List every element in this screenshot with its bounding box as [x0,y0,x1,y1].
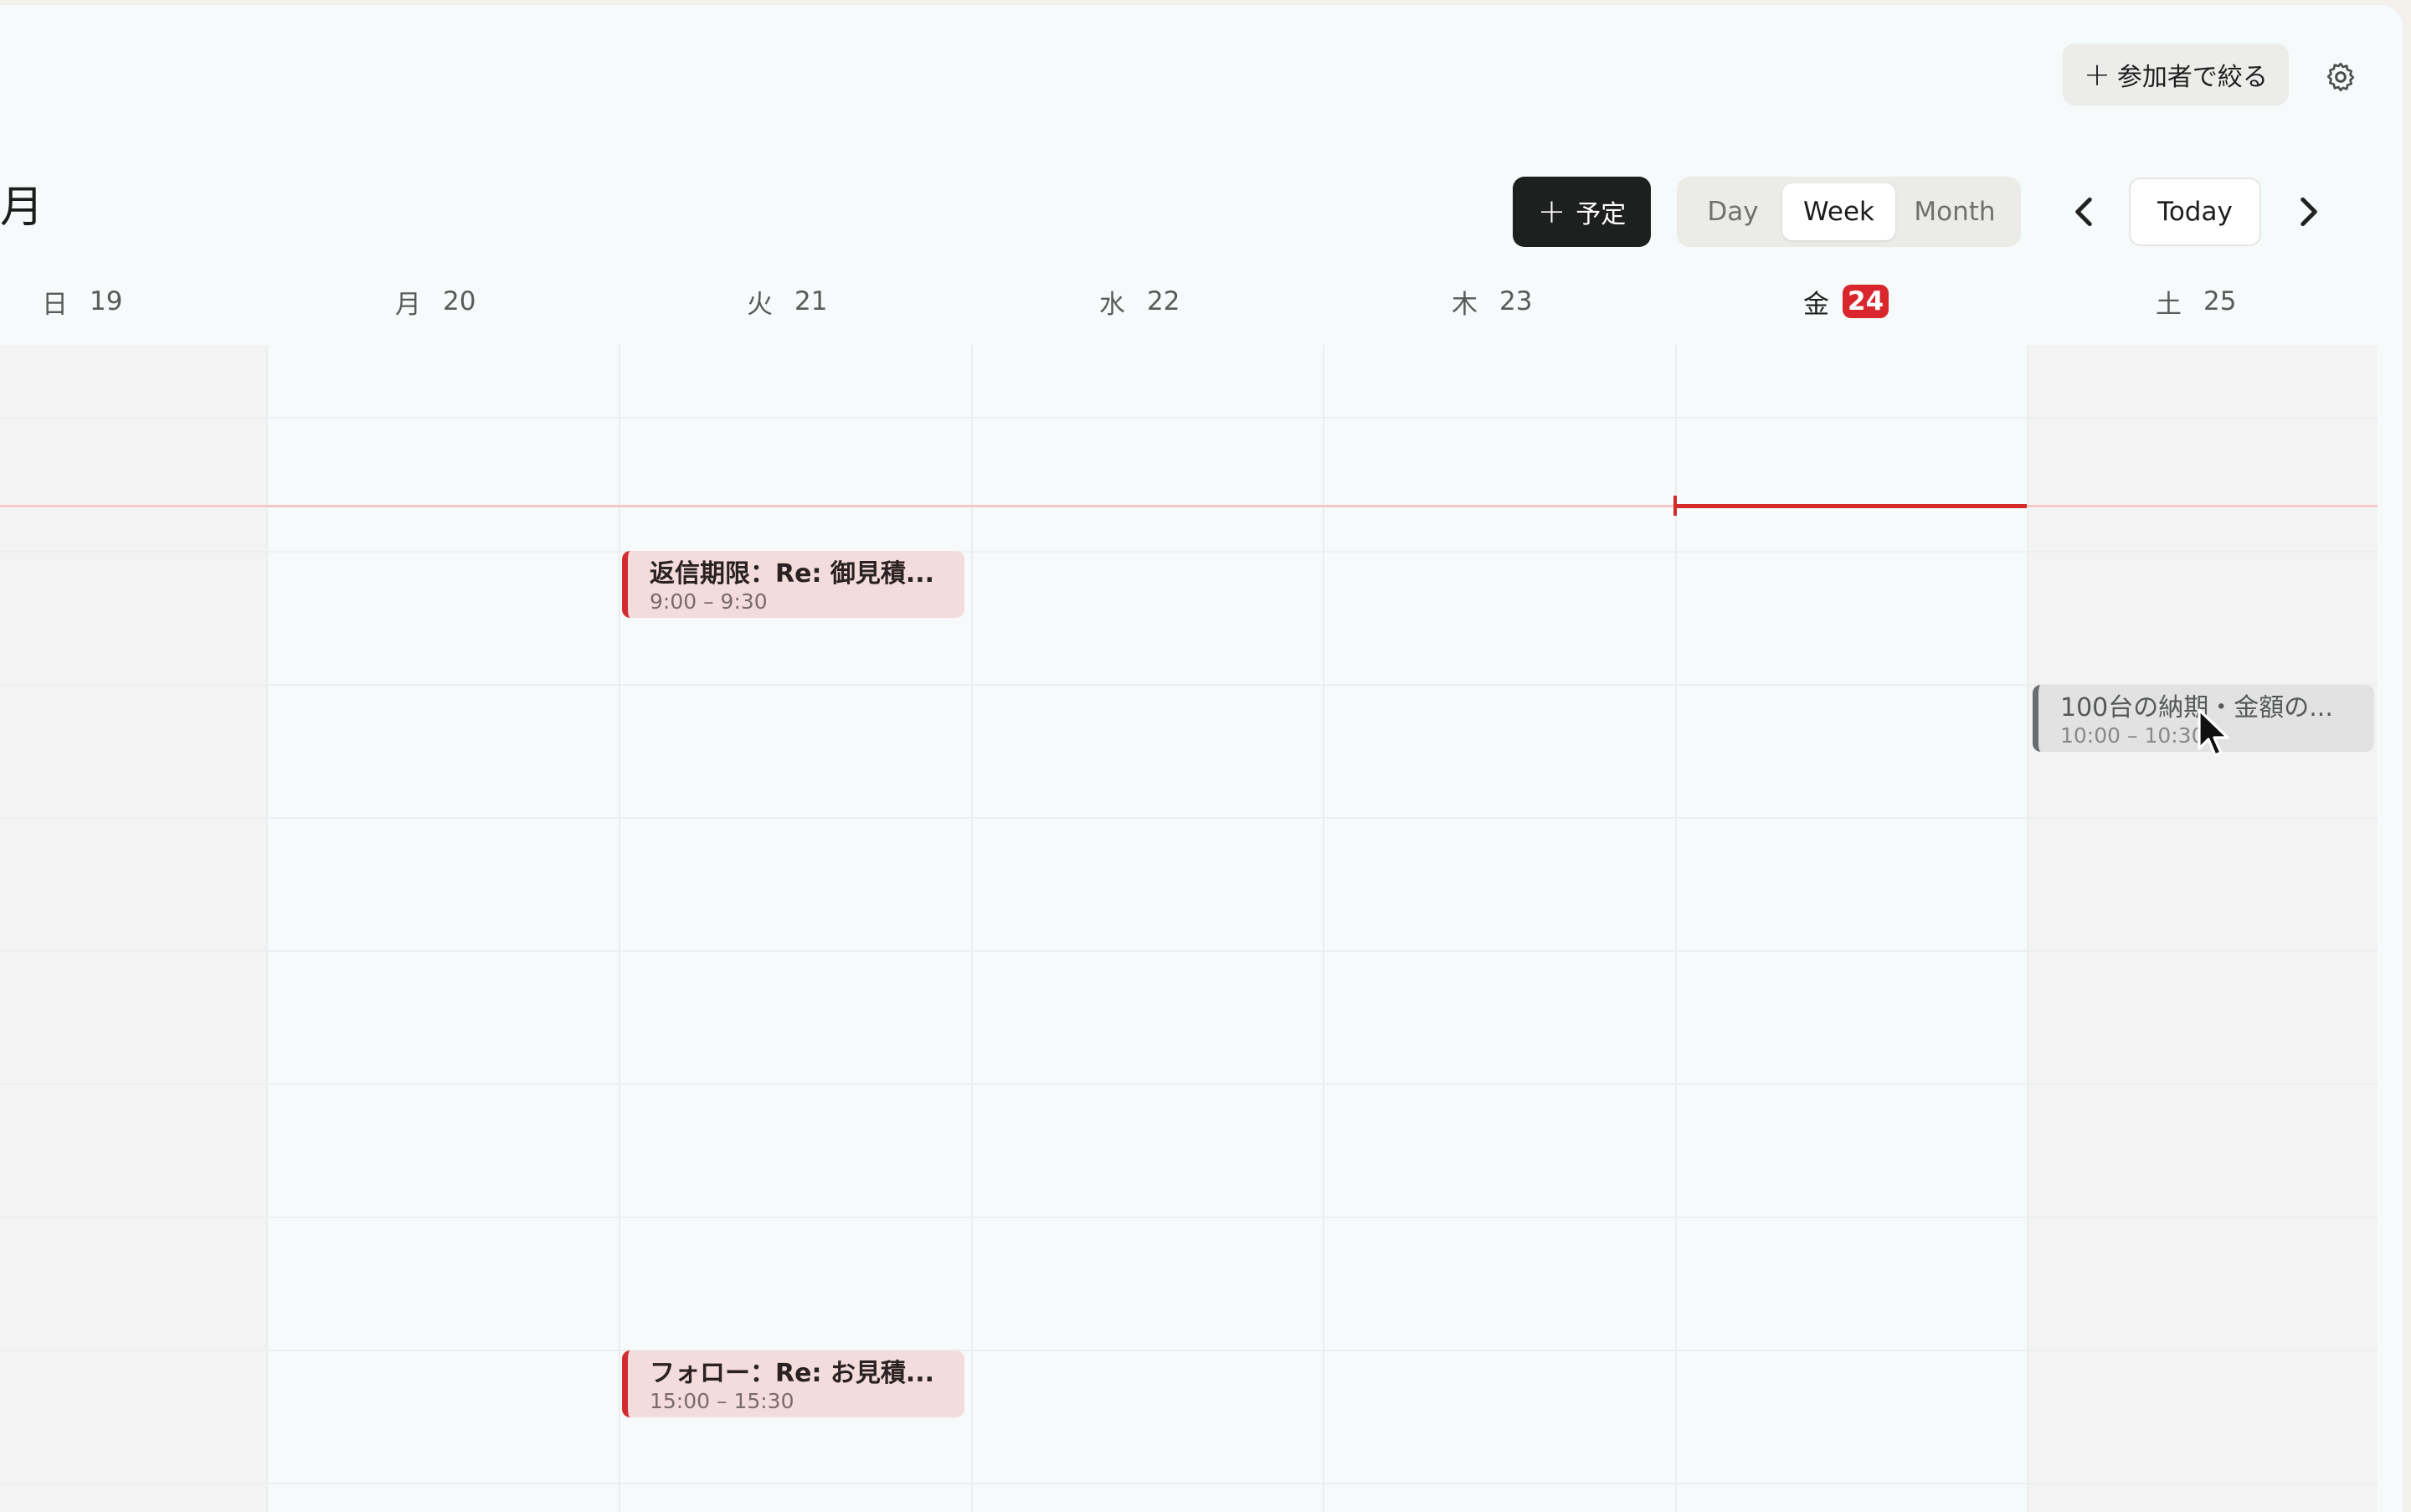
weekday-label: 土 [2156,289,2182,320]
hour-line [0,1216,2378,1218]
hour-line [0,1483,2378,1484]
day-header-wed[interactable]: 水 22 [1099,281,1180,321]
hour-line [0,551,2378,553]
chevron-right-icon[interactable] [2287,191,2329,233]
weekday-label: 金 [1803,289,1829,320]
event-time: 9:00 – 9:30 [650,589,768,614]
day-header-fri-today[interactable]: 金 24 [1803,281,1889,321]
date-label: 23 [1499,286,1533,316]
month-title: 月 [0,183,44,233]
date-label: 22 [1147,286,1180,316]
weekday-label: 火 [747,289,773,320]
hour-line [0,1350,2378,1351]
plus-icon: + [1537,193,1566,231]
weekday-label: 月 [395,289,421,320]
event-title: 返信期限：Re: 御見積... [650,559,935,589]
view-week-tab[interactable]: Week [1782,183,1895,240]
view-switcher: Day Week Month [1677,177,2021,247]
calendar-event[interactable]: 返信期限：Re: 御見積... 9:00 – 9:30 [622,551,964,618]
day-column-tue[interactable] [619,345,971,1512]
date-label: 20 [443,286,476,316]
day-column-sat[interactable] [2027,345,2378,1512]
plus-icon: + [2084,56,2110,93]
week-grid[interactable]: 返信期限：Re: 御見積... 9:00 – 9:30 100台の納期・金額の.… [0,345,2378,1512]
day-column-sun[interactable] [0,345,266,1512]
calendar-event[interactable]: フォロー：Re: お見積... 15:00 – 15:30 [622,1350,964,1417]
day-column-thu[interactable] [1323,345,1675,1512]
current-time-marker [1673,496,1677,516]
hour-line [0,817,2378,819]
today-date-badge: 24 [1843,285,1889,318]
day-column-wed[interactable] [971,345,1323,1512]
weekday-label: 水 [1099,289,1125,320]
filter-participants-button[interactable]: + 参加者で絞る [2063,44,2289,105]
hour-line [0,417,2378,419]
current-time-line-today [1675,504,2027,508]
weekday-label: 日 [42,289,68,320]
view-month-tab[interactable]: Month [1895,183,2014,240]
date-label: 19 [90,286,123,316]
weekday-label: 木 [1452,289,1478,320]
day-header-mon[interactable]: 月 20 [395,281,476,321]
calendar-window: + 参加者で絞る 月 + 予定 Day Week Month Today 日 1… [0,5,2403,1512]
event-title: フォロー：Re: お見積... [650,1359,935,1388]
day-header-thu[interactable]: 木 23 [1452,281,1532,321]
chevron-left-icon[interactable] [2064,191,2105,233]
gear-icon[interactable] [2324,60,2357,94]
hour-line [0,684,2378,686]
day-header-tue[interactable]: 火 21 [747,281,827,321]
day-header-sun[interactable]: 日 19 [42,281,122,321]
new-event-button[interactable]: + 予定 [1513,177,1651,247]
hour-line [0,1083,2378,1085]
day-column-mon[interactable] [266,345,619,1512]
view-day-tab[interactable]: Day [1684,183,1782,240]
hour-line [0,950,2378,952]
day-header-sat[interactable]: 土 25 [2156,281,2236,321]
filter-participants-label: 参加者で絞る [2116,63,2268,92]
event-time: 15:00 – 15:30 [650,1389,794,1413]
mouse-cursor-icon [2198,708,2229,757]
date-label: 25 [2203,286,2237,316]
date-label: 21 [794,286,828,316]
day-column-fri[interactable] [1675,345,2027,1512]
new-event-label: 予定 [1576,200,1627,229]
today-button[interactable]: Today [2129,177,2261,246]
